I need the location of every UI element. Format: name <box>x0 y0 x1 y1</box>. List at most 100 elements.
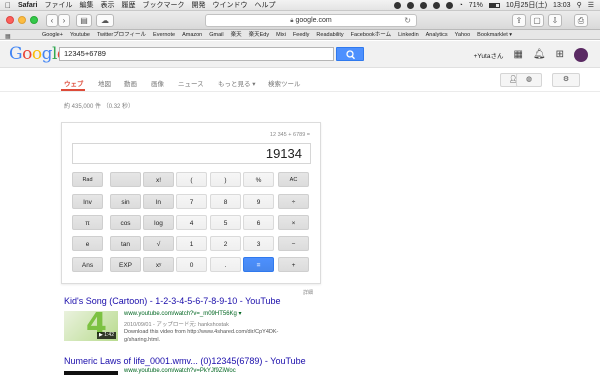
bookmark-amazon[interactable]: Amazon <box>182 30 202 40</box>
deg-key[interactable] <box>110 172 141 187</box>
exp-key[interactable]: EXP <box>110 257 141 272</box>
tab-maps[interactable]: 地図 <box>98 78 111 88</box>
tab-search-tools[interactable]: 検索ツール <box>268 78 301 88</box>
bookmark-mixi[interactable]: Mixi <box>276 30 286 40</box>
avatar[interactable] <box>574 48 588 62</box>
status-icon[interactable] <box>393 2 401 9</box>
search-button[interactable] <box>336 47 364 61</box>
cloud-tabs-icon[interactable]: ☁ <box>96 14 114 27</box>
status-icon[interactable] <box>406 2 414 9</box>
date-label[interactable]: 10月25日(土) <box>506 0 547 11</box>
bookmark-feedly[interactable]: Feedly <box>293 30 310 40</box>
share-icon[interactable]: ⇪ <box>512 14 526 27</box>
bookmark-evernote[interactable]: Evernote <box>153 30 175 40</box>
sin-key[interactable]: sin <box>110 194 141 209</box>
sidebar-toggle-icon[interactable]: ▤ <box>76 14 92 27</box>
rad-key[interactable]: Rad <box>72 172 103 187</box>
inverse-key[interactable]: Inv <box>72 194 103 209</box>
bookmark-yahoo[interactable]: Yahoo <box>455 30 471 40</box>
menu-edit[interactable]: 編集 <box>79 0 93 11</box>
back-button[interactable]: ‹ <box>46 14 58 27</box>
clock[interactable]: 13:03 <box>553 0 571 11</box>
e-key[interactable]: e <box>72 236 103 251</box>
tab-videos[interactable]: 動画 <box>124 78 137 88</box>
bookmark-rakuten[interactable]: 楽天 <box>231 30 242 40</box>
tan-key[interactable]: tan <box>110 236 141 251</box>
digit-4-key[interactable]: 4 <box>176 215 207 230</box>
digit-5-key[interactable]: 5 <box>210 215 241 230</box>
bookmark-bookmarklet[interactable]: Bookmarklet ▾ <box>477 30 512 40</box>
menu-file[interactable]: ファイル <box>44 0 72 11</box>
menu-help[interactable]: ヘルプ <box>254 0 275 11</box>
bookmark-twitter[interactable]: Twitterプロフィール <box>97 30 146 40</box>
digit-3-key[interactable]: 3 <box>243 236 274 251</box>
result-url[interactable]: www.youtube.com/watch?v=PkYJf9ZiWoc <box>124 368 236 374</box>
user-name-link[interactable]: +Yutaさん <box>474 50 504 60</box>
spotlight-icon[interactable]: ⚲ <box>577 0 582 11</box>
digit-7-key[interactable]: 7 <box>176 194 207 209</box>
equals-key[interactable]: = <box>243 257 274 272</box>
menu-window[interactable]: ウインドウ <box>212 0 247 11</box>
digit-1-key[interactable]: 1 <box>176 236 207 251</box>
app-menu[interactable]: Safari <box>18 0 37 11</box>
result-title-link[interactable]: Kid's Song (Cartoon) - 1-2-3-4-5-6-7-8-9… <box>64 296 281 306</box>
percent-key[interactable]: % <box>243 172 274 187</box>
status-icon[interactable] <box>419 2 427 9</box>
forward-button[interactable]: › <box>58 14 70 27</box>
video-thumbnail[interactable] <box>64 371 118 375</box>
minimize-window-button[interactable] <box>18 16 26 24</box>
search-input[interactable]: 12345+6789 <box>59 47 334 61</box>
decimal-key[interactable]: . <box>210 257 241 272</box>
bookmark-linkedin[interactable]: Linkedin <box>398 30 419 40</box>
digit-8-key[interactable]: 8 <box>210 194 241 209</box>
tab-web[interactable]: ウェブ <box>64 78 84 88</box>
video-thumbnail[interactable]: 4 ▶ 1:42 <box>64 311 118 341</box>
subtract-key[interactable]: − <box>278 236 309 251</box>
result-url[interactable]: www.youtube.com/watch?v=_m09HT56Kg ▾ <box>124 310 242 317</box>
bookmark-analytics[interactable]: Analytics <box>426 30 448 40</box>
notification-center-icon[interactable]: ☰ <box>588 0 594 11</box>
world-results-button[interactable]: ◍ <box>516 73 542 87</box>
bookmark-readability[interactable]: Readability <box>316 30 343 40</box>
bookmark-facebook[interactable]: Facebookホーム <box>351 30 392 40</box>
reading-list-icon[interactable]: ▢ <box>530 14 544 27</box>
menu-view[interactable]: 表示 <box>100 0 114 11</box>
close-window-button[interactable] <box>6 16 14 24</box>
digit-0-key[interactable]: 0 <box>176 257 207 272</box>
downloads-icon[interactable]: ⇩ <box>548 14 562 27</box>
settings-button[interactable]: ⚙ <box>552 73 580 87</box>
tab-more[interactable]: もっと見る ▾ <box>218 78 256 88</box>
reload-icon[interactable]: ↻ <box>404 15 411 26</box>
share-plus-icon[interactable]: ⊞ <box>556 49 564 61</box>
answer-key[interactable]: Ans <box>72 257 103 272</box>
menu-bookmarks[interactable]: ブックマーク <box>142 0 184 11</box>
sqrt-key[interactable]: √ <box>143 236 174 251</box>
ln-key[interactable]: ln <box>143 194 174 209</box>
address-bar[interactable]: 🔒︎ google.com ↻ <box>205 14 417 27</box>
google-logo[interactable]: Google <box>9 44 67 64</box>
status-icon[interactable] <box>445 2 453 9</box>
battery-icon[interactable] <box>488 3 500 8</box>
tab-news[interactable]: ニュース <box>178 78 204 88</box>
menu-history[interactable]: 履歴 <box>121 0 135 11</box>
log-key[interactable]: log <box>143 215 174 230</box>
add-key[interactable]: + <box>278 257 309 272</box>
cos-key[interactable]: cos <box>110 215 141 230</box>
tab-images[interactable]: 画像 <box>151 78 164 88</box>
apps-grid-icon[interactable]: ▦ <box>513 49 522 61</box>
power-key[interactable]: xʸ <box>143 257 174 272</box>
close-paren-key[interactable]: ) <box>210 172 241 187</box>
factorial-key[interactable]: x! <box>143 172 174 187</box>
bookmark-youtube[interactable]: Youtube <box>70 30 90 40</box>
zoom-window-button[interactable] <box>30 16 38 24</box>
bookmark-google-plus[interactable]: Google+ <box>42 30 63 40</box>
print-icon[interactable]: ⎙ <box>574 14 588 27</box>
digit-6-key[interactable]: 6 <box>243 215 274 230</box>
digit-2-key[interactable]: 2 <box>210 236 241 251</box>
all-clear-key[interactable]: AC <box>278 172 309 187</box>
result-title-link[interactable]: Numeric Laws of life_0001.wmv... (0)1234… <box>64 356 306 366</box>
divide-key[interactable]: ÷ <box>278 194 309 209</box>
menu-develop[interactable]: 開発 <box>191 0 205 11</box>
open-paren-key[interactable]: ( <box>176 172 207 187</box>
bookmark-rakuten-edy[interactable]: 楽天Edy <box>249 30 269 40</box>
